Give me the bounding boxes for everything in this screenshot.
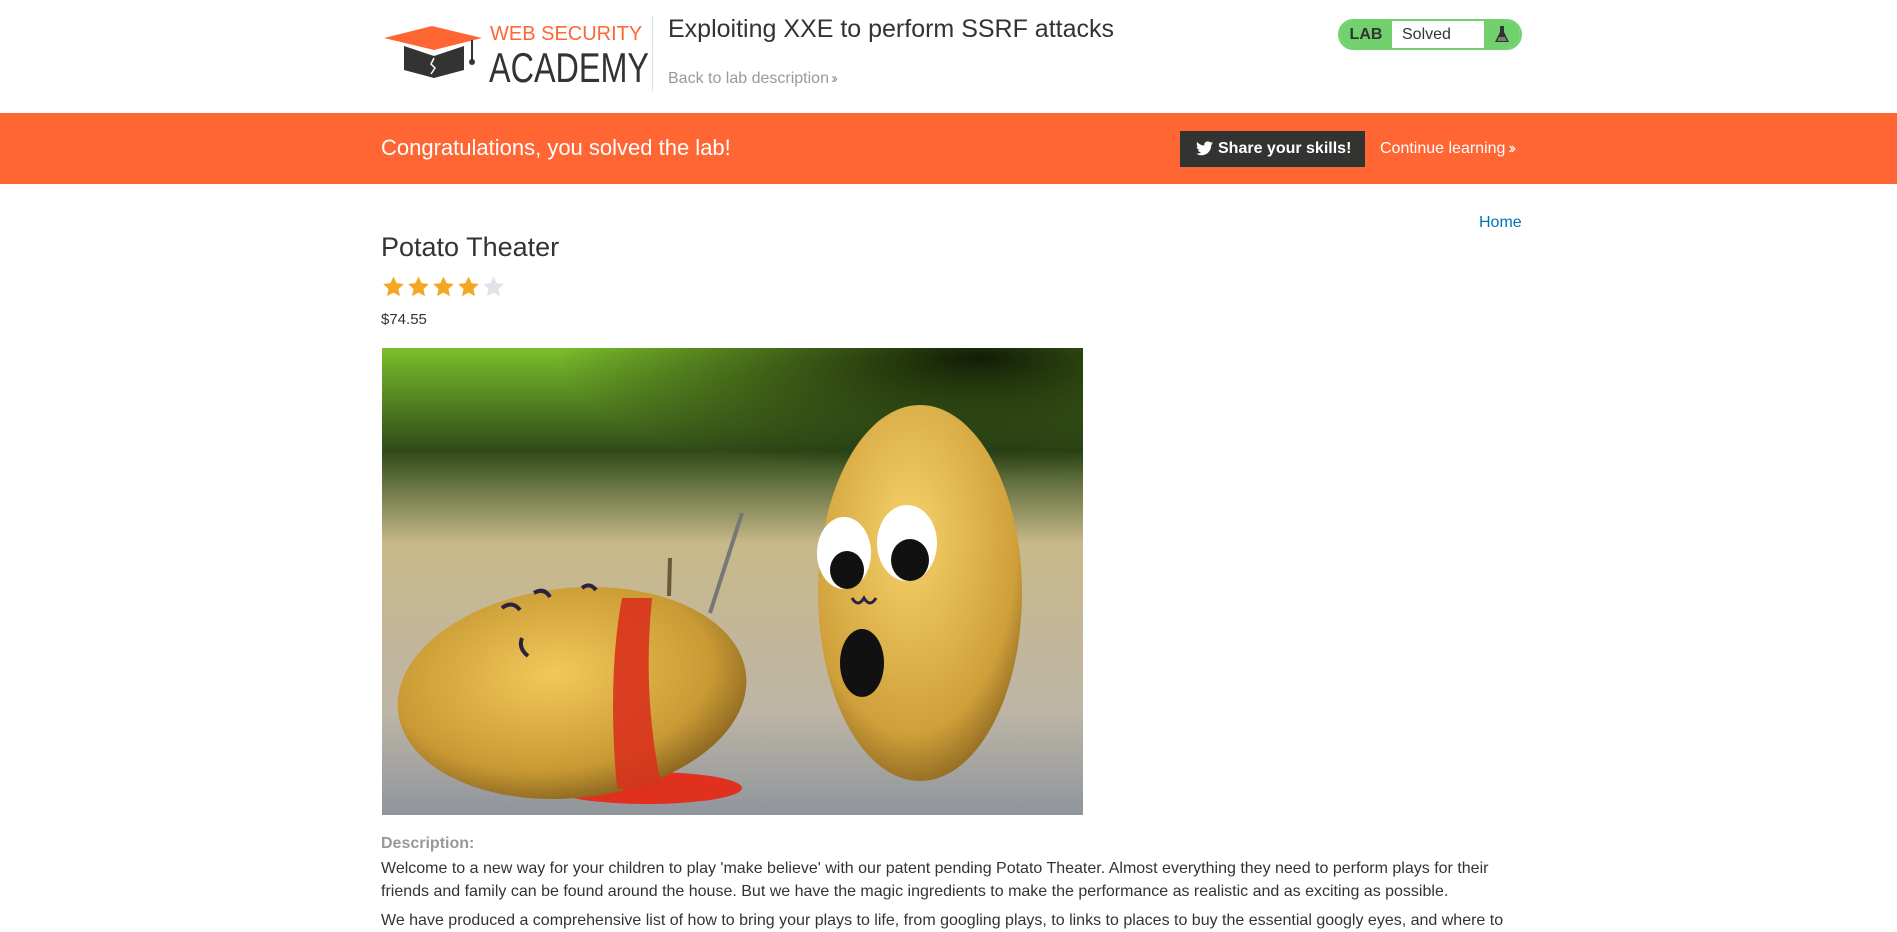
double-chevron-right-icon: ››: [830, 70, 838, 87]
lab-status-label: LAB: [1340, 21, 1392, 48]
site-header: WEB SECURITY ACADEMY Exploiting XXE to p…: [0, 0, 1897, 113]
twitter-icon: [1196, 141, 1213, 156]
continue-learning-link[interactable]: Continue learning ››: [1380, 140, 1516, 158]
lab-status-widget: LAB Solved: [1338, 19, 1522, 50]
description-paragraph: We have produced a comprehensive list of…: [381, 912, 1504, 929]
header-divider: [652, 16, 653, 91]
star-filled-icon: [383, 276, 404, 297]
back-to-lab-description-link[interactable]: Back to lab description ››: [668, 70, 838, 88]
academy-logo[interactable]: WEB SECURITY ACADEMY: [382, 16, 650, 91]
solved-banner: Congratulations, you solved the lab! Sha…: [0, 113, 1897, 184]
back-link-label: Back to lab description: [668, 70, 829, 87]
product-price: $74.55: [381, 311, 427, 328]
description-paragraph: Welcome to a new way for your children t…: [381, 860, 1489, 900]
logo-text-web-security: WEB SECURITY: [490, 23, 642, 45]
flask-icon: [1484, 21, 1520, 48]
share-button-label: Share your skills!: [1218, 140, 1352, 157]
product-rating: [381, 275, 506, 299]
home-link[interactable]: Home: [1479, 214, 1522, 232]
double-chevron-right-icon: ››: [1508, 140, 1515, 157]
star-filled-icon: [458, 276, 479, 297]
share-your-skills-button[interactable]: Share your skills!: [1180, 131, 1365, 167]
star-filled-icon: [408, 276, 429, 297]
star-empty-icon: [483, 276, 504, 297]
lab-title: Exploiting XXE to perform SSRF attacks: [668, 15, 1115, 43]
product-title: Potato Theater: [381, 232, 560, 262]
mortarboard-logo-icon: WEB SECURITY ACADEMY: [384, 23, 649, 91]
continue-learning-label: Continue learning: [1380, 140, 1506, 157]
logo-text-academy: ACADEMY: [489, 44, 649, 91]
lab-status-value: Solved: [1402, 26, 1451, 43]
congratulations-message: Congratulations, you solved the lab!: [381, 135, 731, 160]
product-image: [382, 348, 1083, 815]
description-label: Description:: [381, 835, 475, 852]
star-filled-icon: [433, 276, 454, 297]
